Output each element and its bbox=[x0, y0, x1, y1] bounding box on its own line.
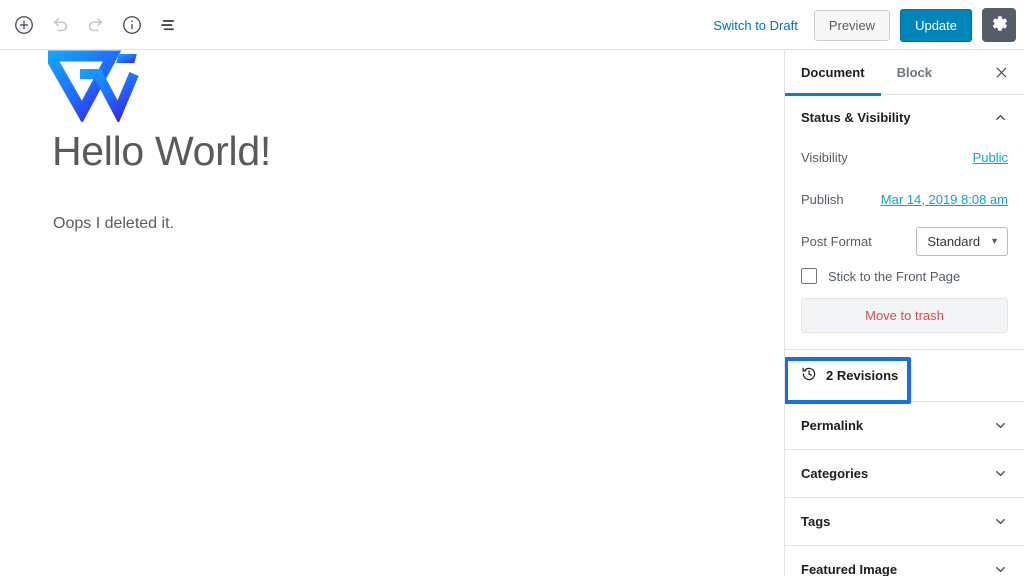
publish-row: Publish Mar 14, 2019 8:08 am bbox=[801, 182, 1008, 216]
settings-button[interactable] bbox=[982, 8, 1016, 42]
panel-featured-image[interactable]: Featured Image bbox=[785, 546, 1024, 576]
panel-permalink[interactable]: Permalink bbox=[785, 402, 1024, 450]
chevron-down-icon bbox=[993, 466, 1008, 481]
post-paragraph-block[interactable]: Oops I deleted it. bbox=[53, 211, 174, 237]
revision-clock-icon bbox=[801, 366, 817, 385]
undo-icon[interactable] bbox=[42, 7, 78, 43]
post-format-select[interactable]: Standard ▼ bbox=[916, 226, 1008, 256]
revisions-button[interactable]: 2 Revisions bbox=[785, 350, 1024, 401]
header-left-tools bbox=[0, 7, 186, 43]
sidebar-tabs: Document Block bbox=[785, 50, 1024, 96]
switch-to-draft-link[interactable]: Switch to Draft bbox=[707, 14, 804, 37]
post-format-label: Post Format bbox=[801, 233, 872, 249]
visibility-value-link[interactable]: Public bbox=[973, 150, 1008, 165]
status-visibility-title: Status & Visibility bbox=[801, 110, 911, 125]
chevron-down-icon bbox=[993, 562, 1008, 576]
chevron-down-icon bbox=[993, 514, 1008, 529]
visibility-label: Visibility bbox=[801, 149, 848, 165]
tab-document[interactable]: Document bbox=[785, 50, 881, 96]
post-format-value: Standard bbox=[927, 233, 981, 249]
publish-label: Publish bbox=[801, 191, 844, 207]
settings-sidebar: Document Block Status & Visibility Visib… bbox=[784, 50, 1024, 576]
revisions-label: 2 Revisions bbox=[826, 368, 899, 383]
panel-permalink-label: Permalink bbox=[801, 418, 864, 433]
move-to-trash-button[interactable]: Move to trash bbox=[801, 298, 1008, 333]
publish-date-link[interactable]: Mar 14, 2019 8:08 am bbox=[881, 192, 1008, 207]
preview-button[interactable]: Preview bbox=[813, 9, 891, 41]
status-visibility-panel: Status & Visibility Visibility Public Pu… bbox=[785, 95, 1024, 350]
site-logo bbox=[40, 50, 140, 127]
sticky-front-page-row[interactable]: Stick to the Front Page bbox=[801, 268, 1008, 284]
panel-tags-label: Tags bbox=[801, 514, 831, 529]
gear-icon bbox=[991, 15, 1008, 35]
add-block-icon[interactable] bbox=[6, 7, 42, 43]
tab-block[interactable]: Block bbox=[881, 50, 948, 95]
status-visibility-body: Visibility Public Publish Mar 14, 2019 8… bbox=[785, 140, 1024, 349]
chevron-down-icon bbox=[993, 418, 1008, 433]
chevron-down-icon: ▼ bbox=[990, 236, 999, 246]
block-navigation-icon[interactable] bbox=[150, 7, 186, 43]
close-icon[interactable] bbox=[988, 59, 1014, 85]
redo-icon[interactable] bbox=[78, 7, 114, 43]
editor-header-toolbar: Switch to Draft Preview Update bbox=[0, 0, 1024, 50]
sticky-label: Stick to the Front Page bbox=[828, 268, 961, 284]
panel-tags[interactable]: Tags bbox=[785, 498, 1024, 546]
header-right-actions: Switch to Draft Preview Update bbox=[707, 0, 1016, 50]
post-title[interactable]: Hello World! bbox=[52, 127, 271, 176]
content-info-icon[interactable] bbox=[114, 7, 150, 43]
visibility-row: Visibility Public bbox=[801, 140, 1008, 174]
editor-canvas: Hello World! Oops I deleted it. bbox=[0, 50, 784, 576]
panel-categories[interactable]: Categories bbox=[785, 450, 1024, 498]
panel-featured-image-label: Featured Image bbox=[801, 562, 898, 576]
status-visibility-header[interactable]: Status & Visibility bbox=[785, 95, 1024, 140]
wordpress-block-editor: Switch to Draft Preview Update Hello Wor… bbox=[0, 0, 1024, 576]
update-button[interactable]: Update bbox=[900, 8, 972, 42]
revisions-section: 2 Revisions bbox=[785, 350, 1024, 404]
chevron-up-icon bbox=[993, 110, 1008, 125]
post-format-row: Post Format Standard ▼ bbox=[801, 224, 1008, 258]
panel-categories-label: Categories bbox=[801, 466, 869, 481]
sticky-checkbox[interactable] bbox=[801, 268, 817, 284]
